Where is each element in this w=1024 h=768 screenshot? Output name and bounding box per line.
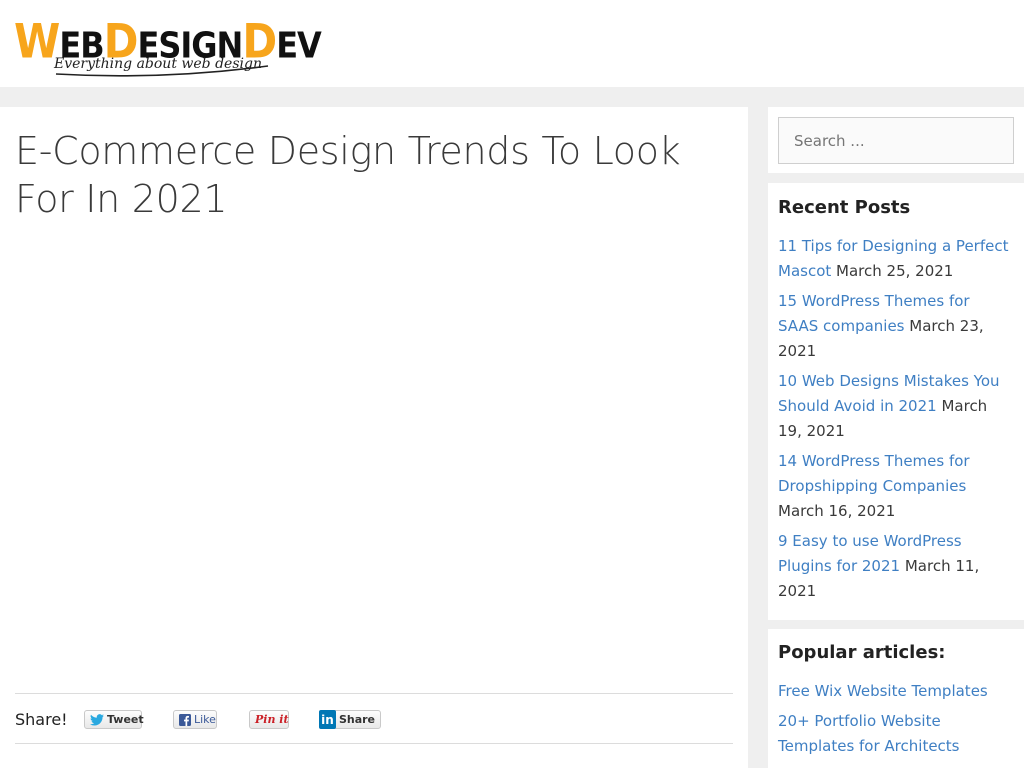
list-item: 15 WordPress Themes for SAAS companies M… [778,289,1014,364]
site-header: WEBDESIGNDEV Everything about web design [0,0,1024,87]
linkedin-icon: in [319,710,336,729]
list-item: 9 Easy to use WordPress Plugins for 2021… [778,529,1014,604]
popular-articles-title: Popular articles: [778,642,946,663]
search-input[interactable] [778,117,1014,164]
facebook-like-button[interactable]: Like [173,710,217,729]
linkedin-share-button[interactable]: in Share [319,710,381,729]
popular-link[interactable]: Free Wix Website Templates [778,682,988,700]
list-item: 20+ Portfolio Website Templates for Arch… [778,709,1014,759]
list-item: Free Wix Website Templates [778,679,1014,704]
popular-link[interactable]: 20+ Portfolio Website Templates for Arch… [778,712,960,755]
recent-posts-list: 11 Tips for Designing a Perfect Mascot M… [778,234,1014,609]
like-label: Like [194,713,216,726]
post-date: March 16, 2021 [778,502,896,520]
main-content: E-Commerce Design Trends To Look For In … [0,107,748,768]
recent-posts-title: Recent Posts [778,197,911,218]
linkedin-share-label: Share [338,713,375,726]
site-tagline: Everything about web design [54,56,262,72]
twitter-bird-icon [90,713,104,726]
list-item: 10 Web Designs Mistakes You Should Avoid… [778,369,1014,444]
facebook-icon [179,713,191,726]
pin-label: Pin it [255,713,289,726]
share-bar: Share! Tweet Like Pin it in Share [15,693,733,744]
recent-link[interactable]: 14 WordPress Themes for Dropshipping Com… [778,452,970,495]
share-label: Share! [15,710,68,729]
list-item: 14 WordPress Themes for Dropshipping Com… [778,449,1014,524]
tweet-label: Tweet [107,713,144,726]
popular-articles-list: Free Wix Website Templates 20+ Portfolio … [778,679,1014,764]
popular-articles-widget: Popular articles: Free Wix Website Templ… [768,629,1024,768]
site-logo[interactable]: WEBDESIGNDEV Everything about web design [14,14,322,77]
list-item: 11 Tips for Designing a Perfect Mascot M… [778,234,1014,284]
recent-posts-widget: Recent Posts 11 Tips for Designing a Per… [768,183,1024,620]
search-widget [768,107,1024,173]
tweet-button[interactable]: Tweet [84,710,144,729]
post-date: March 25, 2021 [836,262,954,280]
logo-letters: EV [276,24,322,67]
pinterest-button[interactable]: Pin it [249,710,289,729]
post-title: E-Commerce Design Trends To Look For In … [15,129,681,221]
